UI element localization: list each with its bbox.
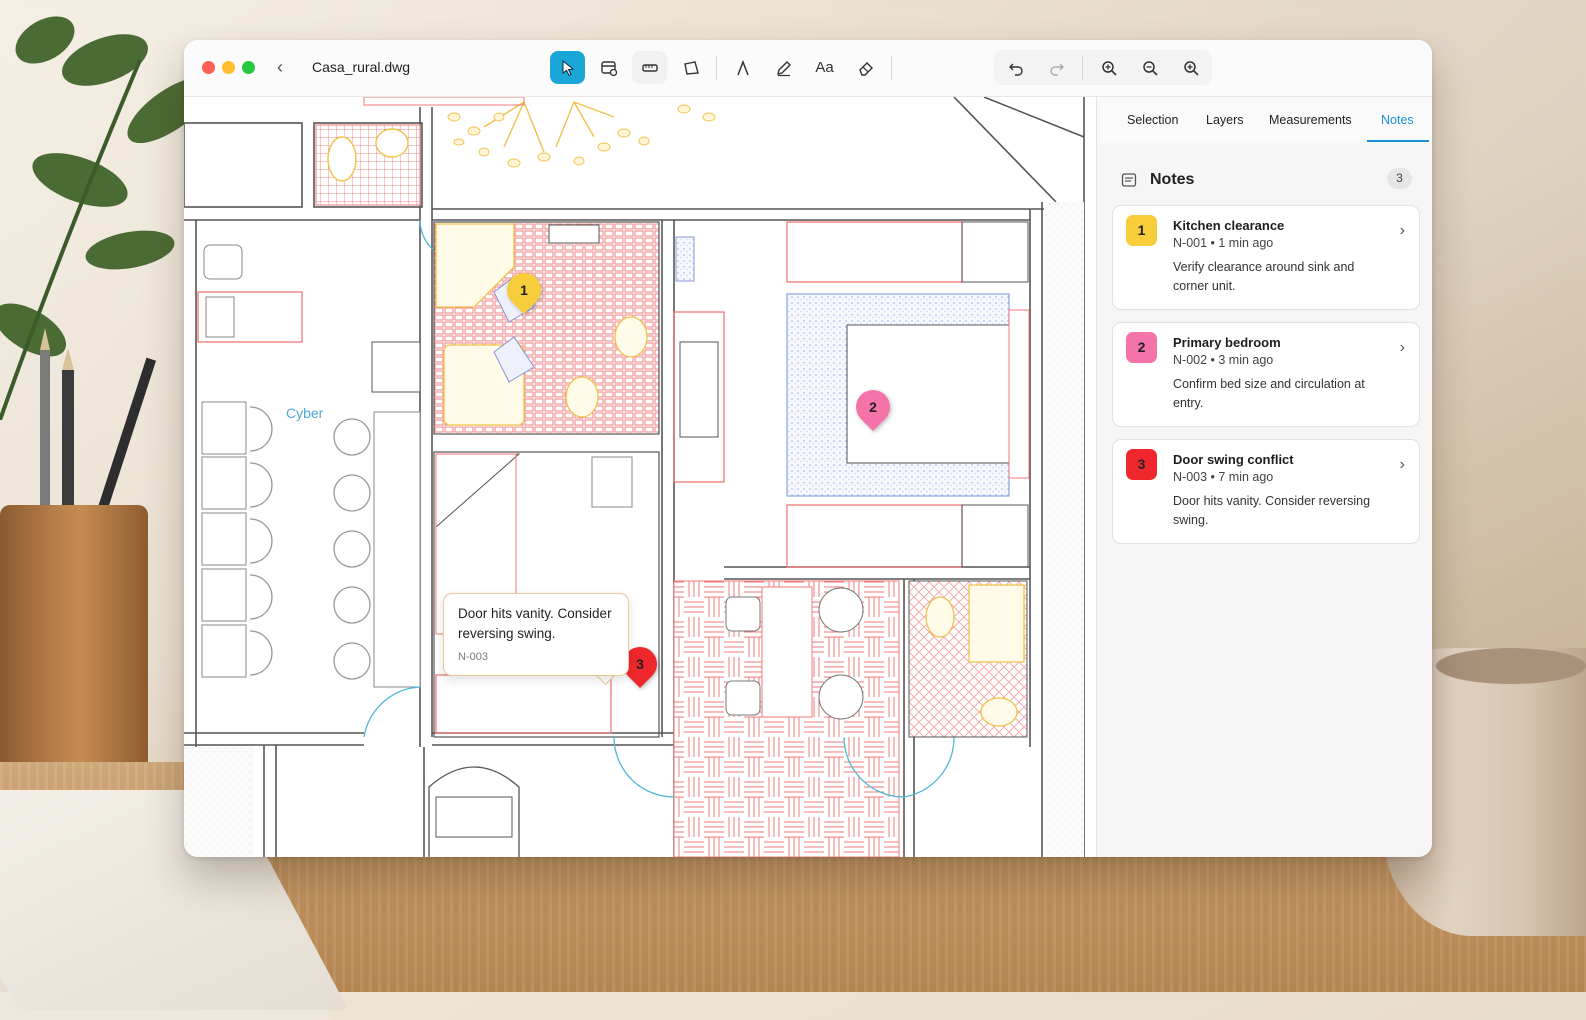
note-number-badge: 1: [1126, 215, 1157, 246]
document-title: Casa_rural.dwg: [312, 59, 411, 75]
note-body: Verify clearance around sink and corner …: [1173, 260, 1355, 293]
drawing-canvas[interactable]: Cyber 1 2 3 Door hits vanity. Consider r…: [184, 97, 1096, 857]
pencils-decoration: [40, 328, 157, 520]
note-pin-number: 1: [520, 282, 528, 298]
tab-notes[interactable]: Notes: [1381, 113, 1414, 127]
pen-tool-button[interactable]: [766, 51, 801, 84]
zoom-in-icon: [1101, 60, 1117, 76]
note-number-badge: 2: [1126, 332, 1157, 363]
tooltip-note-id: N-003: [458, 651, 488, 663]
zoom-window-button[interactable]: [242, 61, 255, 74]
cursor-icon: [562, 59, 574, 76]
note-body: Door hits vanity. Consider reversing swi…: [1173, 494, 1371, 527]
chevron-right-icon[interactable]: ›: [1400, 222, 1405, 240]
back-chevron-icon[interactable]: ‹: [270, 57, 290, 77]
text-tool-button[interactable]: Aa: [807, 51, 842, 84]
zoom-out-icon: [1142, 60, 1158, 76]
coffee-mug-rim: [1436, 648, 1586, 684]
polygon-tool-button[interactable]: [673, 51, 708, 84]
tab-selection[interactable]: Selection: [1127, 113, 1178, 127]
room-label-cyber: Cyber: [286, 405, 324, 421]
zoom-in-button[interactable]: [1091, 51, 1126, 84]
app-window: ‹ Casa_rural.dwg Aa Cyber 1 2 3 Door hit…: [184, 40, 1432, 857]
layer-settings-icon: [600, 60, 617, 76]
view-toolbar: [994, 50, 1212, 85]
measure-tool-button[interactable]: [632, 51, 667, 84]
side-panel: Selection Layers Measurements Notes Note…: [1096, 97, 1432, 857]
toolbar-separator: [891, 55, 892, 80]
note-title: Primary bedroom: [1173, 335, 1281, 350]
note-card-1[interactable]: 1 Kitchen clearance N-001 • 1 min ago Ve…: [1112, 205, 1420, 310]
minimize-window-button[interactable]: [222, 61, 235, 74]
pencil-cup: [0, 505, 148, 795]
pencil-icon: [776, 60, 791, 76]
undo-button[interactable]: [998, 51, 1033, 84]
note-tooltip: Door hits vanity. Consider reversing swi…: [443, 593, 629, 676]
chevron-right-icon[interactable]: ›: [1400, 339, 1405, 357]
note-body: Confirm bed size and circulation at entr…: [1173, 377, 1365, 410]
tooltip-text: Door hits vanity. Consider reversing swi…: [458, 606, 612, 641]
text-path-tool-button[interactable]: [725, 51, 760, 84]
note-meta: N-001 • 1 min ago: [1173, 236, 1274, 250]
layer-tool-button[interactable]: [591, 51, 626, 84]
polygon-icon: [683, 60, 699, 75]
redo-icon: [1049, 63, 1064, 76]
note-number-badge: 3: [1126, 449, 1157, 480]
close-window-button[interactable]: [202, 61, 215, 74]
note-pin-2[interactable]: 2: [848, 382, 898, 432]
eraser-icon: [858, 61, 873, 76]
tab-measurements[interactable]: Measurements: [1269, 113, 1352, 127]
select-tool-button[interactable]: [550, 51, 585, 84]
note-meta: N-002 • 3 min ago: [1173, 353, 1274, 367]
redo-button[interactable]: [1039, 51, 1074, 84]
note-pin-1[interactable]: 1: [499, 265, 549, 315]
undo-icon: [1008, 63, 1023, 76]
note-card-3[interactable]: 3 Door swing conflict N-003 • 7 min ago …: [1112, 439, 1420, 544]
notes-panel-title: Notes: [1150, 171, 1195, 188]
drawing-toolbar: Aa: [550, 50, 894, 85]
note-title: Door swing conflict: [1173, 452, 1294, 467]
toolbar-separator: [1082, 55, 1083, 80]
note-title: Kitchen clearance: [1173, 218, 1285, 233]
panel-tabs: Selection Layers Measurements Notes: [1097, 97, 1432, 144]
notes-icon: [1121, 173, 1137, 187]
font-a-icon: [736, 59, 749, 75]
note-pin-number: 2: [869, 399, 877, 415]
zoom-fit-icon: [1183, 60, 1199, 76]
note-card-2[interactable]: 2 Primary bedroom N-002 • 3 min ago Conf…: [1112, 322, 1420, 427]
eraser-tool-button[interactable]: [848, 51, 883, 84]
floor-plan-drawing: [184, 97, 1085, 857]
notes-count-badge: 3: [1387, 168, 1412, 189]
toolbar-separator: [716, 55, 717, 80]
zoom-out-button[interactable]: [1132, 51, 1167, 84]
title-bar: ‹ Casa_rural.dwg Aa: [184, 40, 1432, 97]
ruler-icon: [641, 63, 658, 72]
chevron-right-icon[interactable]: ›: [1400, 456, 1405, 474]
note-meta: N-003 • 7 min ago: [1173, 470, 1274, 484]
active-tab-indicator: [1367, 140, 1429, 142]
zoom-fit-button[interactable]: [1173, 51, 1208, 84]
tab-layers[interactable]: Layers: [1206, 113, 1244, 127]
